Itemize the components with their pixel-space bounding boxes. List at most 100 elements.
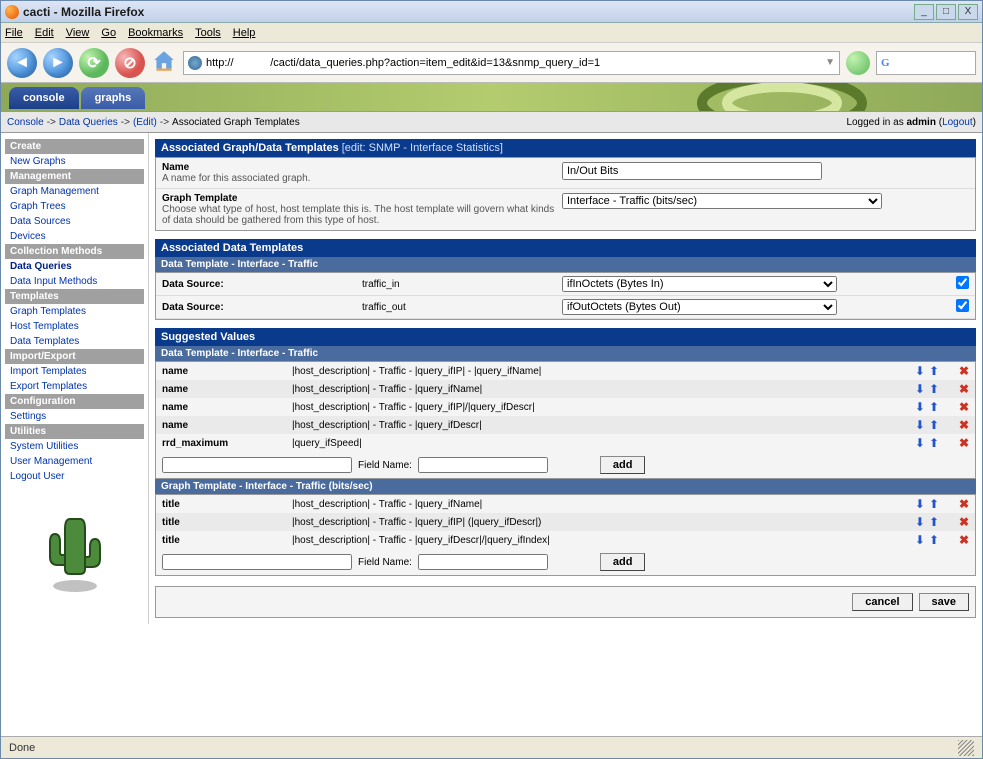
move-down-icon[interactable]: ⬇ [915,533,925,547]
sidebar-item[interactable]: System Utilities [5,439,144,454]
suggested-value-row: name|host_description| - Traffic - |quer… [156,416,975,434]
move-down-icon[interactable]: ⬇ [915,436,925,450]
reload-button[interactable]: ⟳ [79,48,109,78]
panel-sv-sub2: Graph Template - Interface - Traffic (bi… [155,479,976,494]
menu-go[interactable]: Go [101,27,116,39]
move-up-icon[interactable]: ⬆ [929,533,939,547]
close-button[interactable]: X [958,4,978,20]
crumb-edit[interactable]: (Edit) [133,117,157,128]
delete-icon[interactable]: ✖ [959,364,969,378]
crumb-data-queries[interactable]: Data Queries [59,117,118,128]
move-up-icon[interactable]: ⬆ [929,497,939,511]
ds-select[interactable]: ifInOctets (Bytes In) [562,276,837,292]
sidebar-item[interactable]: Graph Templates [5,304,144,319]
move-down-icon[interactable]: ⬇ [915,400,925,414]
sidebar-item[interactable]: User Management [5,454,144,469]
resize-grip-icon[interactable] [958,740,974,756]
sidebar-item[interactable]: Host Templates [5,319,144,334]
move-down-icon[interactable]: ⬇ [915,382,925,396]
stop-button[interactable]: ⊘ [115,48,145,78]
home-button[interactable] [151,48,177,77]
sidebar-item[interactable]: Data Sources [5,214,144,229]
move-up-icon[interactable]: ⬆ [929,364,939,378]
menu-tools[interactable]: Tools [195,27,221,39]
move-down-icon[interactable]: ⬇ [915,418,925,432]
sv-value: |host_description| - Traffic - |query_if… [292,402,889,413]
name-desc: A name for this associated graph. [162,173,562,184]
crumb-console[interactable]: Console [7,117,44,128]
delete-icon[interactable]: ✖ [959,497,969,511]
maximize-button[interactable]: □ [936,4,956,20]
sidebar-item[interactable]: Import Templates [5,364,144,379]
delete-icon[interactable]: ✖ [959,400,969,414]
save-button[interactable]: save [919,593,969,611]
statusbar: Done [1,736,982,758]
move-down-icon[interactable]: ⬇ [915,364,925,378]
ds-checkbox[interactable] [956,299,969,312]
move-down-icon[interactable]: ⬇ [915,497,925,511]
url-bar[interactable]: ▼ [183,51,840,75]
tab-graphs[interactable]: graphs [81,87,146,109]
move-up-icon[interactable]: ⬆ [929,400,939,414]
sv-fieldname-input[interactable] [418,554,548,570]
sidebar-item[interactable]: Data Input Methods [5,274,144,289]
firefox-icon [5,5,19,19]
menu-help[interactable]: Help [233,27,256,39]
sv-value-input[interactable] [162,554,352,570]
name-input[interactable] [562,162,822,180]
search-box[interactable]: G [876,51,976,75]
tab-console[interactable]: console [9,87,79,109]
panel-adt-header: Associated Data Templates [155,239,976,257]
delete-icon[interactable]: ✖ [959,418,969,432]
move-up-icon[interactable]: ⬆ [929,382,939,396]
sv-field: title [162,535,292,546]
ds-label: Data Source: [162,279,224,290]
sidebar-item[interactable]: Graph Management [5,184,144,199]
delete-icon[interactable]: ✖ [959,382,969,396]
graph-template-label: Graph Template [162,193,562,204]
sidebar-item[interactable]: New Graphs [5,154,144,169]
sidebar-item[interactable]: Settings [5,409,144,424]
ds-select[interactable]: ifOutOctets (Bytes Out) [562,299,837,315]
sidebar-item[interactable]: Devices [5,229,144,244]
sidebar-item[interactable]: Data Queries [5,259,144,274]
forward-button[interactable]: ► [43,48,73,78]
url-dropdown-icon[interactable]: ▼ [825,57,835,68]
button-bar: cancel save [155,586,976,618]
sv-fieldname-input[interactable] [418,457,548,473]
field-name-label: Field Name: [358,557,412,568]
sidebar-item[interactable]: Logout User [5,469,144,484]
cancel-button[interactable]: cancel [852,593,912,611]
add-button[interactable]: add [600,553,646,571]
ds-checkbox[interactable] [956,276,969,289]
data-source-row: Data Source:traffic_inifInOctets (Bytes … [156,273,975,296]
sidebar-section-header: Management [5,169,144,184]
status-text: Done [9,742,35,754]
logout-link[interactable]: Logout [942,117,973,128]
add-button[interactable]: add [600,456,646,474]
menu-view[interactable]: View [66,27,90,39]
sidebar-item[interactable]: Export Templates [5,379,144,394]
menu-bookmarks[interactable]: Bookmarks [128,27,183,39]
cacti-header: console graphs [1,83,982,111]
sv-value-input[interactable] [162,457,352,473]
url-input[interactable] [206,57,821,69]
minimize-button[interactable]: _ [914,4,934,20]
sv-value: |host_description| - Traffic - |query_if… [292,499,889,510]
menu-file[interactable]: File [5,27,23,39]
graph-template-select[interactable]: Interface - Traffic (bits/sec) [562,193,882,209]
sidebar-item[interactable]: Graph Trees [5,199,144,214]
move-down-icon[interactable]: ⬇ [915,515,925,529]
move-up-icon[interactable]: ⬆ [929,418,939,432]
delete-icon[interactable]: ✖ [959,515,969,529]
panel-agdt-header: Associated Graph/Data Templates [edit: S… [155,139,976,157]
move-up-icon[interactable]: ⬆ [929,436,939,450]
sidebar-item[interactable]: Data Templates [5,334,144,349]
sidebar-section-header: Utilities [5,424,144,439]
go-button[interactable] [846,51,870,75]
menu-edit[interactable]: Edit [35,27,54,39]
back-button[interactable]: ◄ [7,48,37,78]
delete-icon[interactable]: ✖ [959,436,969,450]
delete-icon[interactable]: ✖ [959,533,969,547]
move-up-icon[interactable]: ⬆ [929,515,939,529]
